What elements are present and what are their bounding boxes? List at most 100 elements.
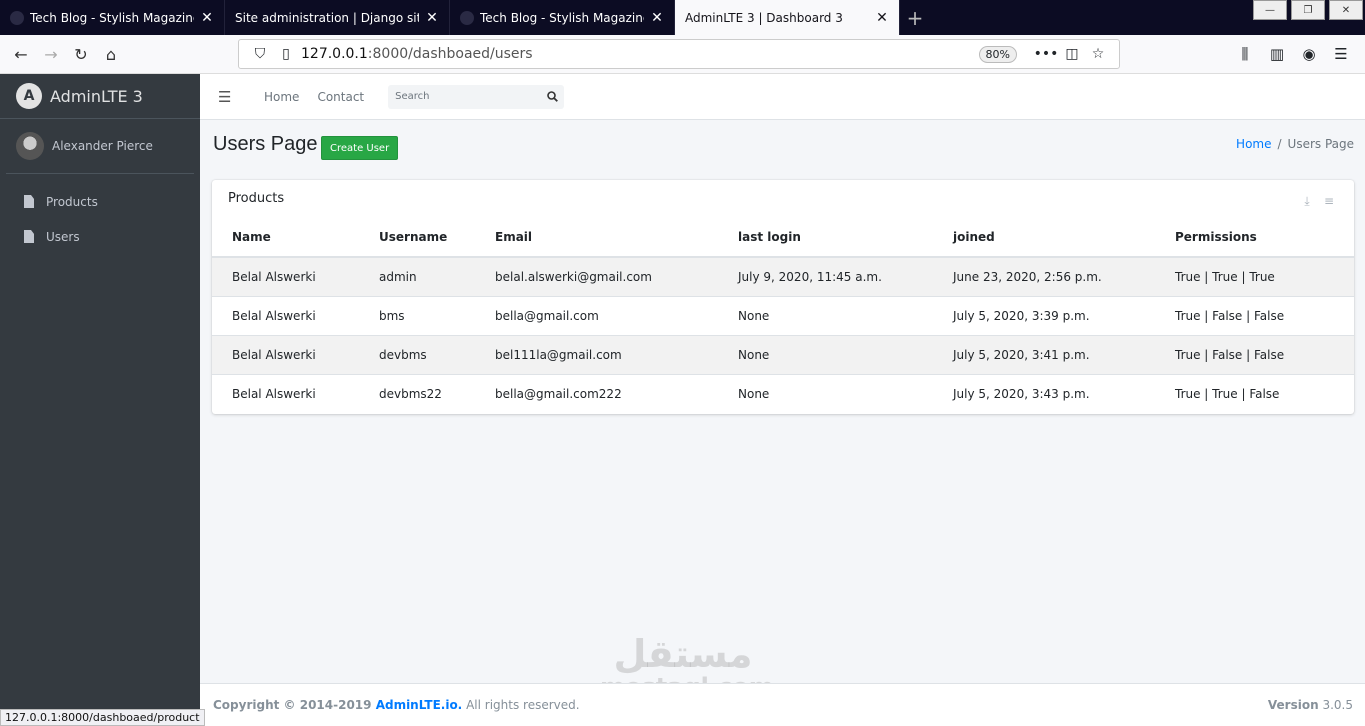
back-arrow-icon[interactable]: ← — [6, 39, 36, 69]
restore-icon[interactable]: ❐ — [1291, 0, 1325, 20]
content-header: Users Page Create User Home / Users Page — [213, 133, 1354, 163]
close-window-icon[interactable]: ✕ — [1329, 0, 1363, 20]
tab-title: AdminLTE 3 | Dashboard 3 — [685, 10, 843, 25]
card-title: Products — [228, 191, 285, 206]
version-value: 3.0.5 — [1318, 698, 1353, 712]
minimize-icon[interactable]: — — [1253, 0, 1287, 20]
download-icon[interactable]: ⤓ — [1296, 194, 1318, 209]
table-header-row: Name Username Email last login joined Pe… — [212, 218, 1354, 258]
cell-email: bella@gmail.com222 — [475, 373, 718, 413]
browser-navbar: ← → ↻ ⌂ ⛉ ▯ 127.0.0.1:8000/dashboaed/use… — [0, 35, 1365, 74]
sidebar-item-users[interactable]: Users — [0, 219, 200, 254]
column-header-name: Name — [212, 218, 359, 258]
table-row: Belal Alswerki admin belal.alswerki@gmai… — [212, 256, 1354, 296]
avatar — [16, 132, 44, 160]
user-name[interactable]: Alexander Pierce — [52, 139, 153, 153]
cell-email: bel111la@gmail.com — [475, 334, 718, 374]
browser-tab-4[interactable]: AdminLTE 3 | Dashboard 3 ✕ — [675, 0, 900, 35]
new-tab-icon[interactable]: + — [900, 0, 930, 35]
reload-icon[interactable]: ↻ — [66, 39, 96, 69]
url-path: :8000/dashboaed/users — [367, 46, 533, 62]
hamburger-icon[interactable]: ☰ — [218, 88, 242, 106]
window-controls: — ❐ ✕ — [1251, 0, 1365, 20]
user-panel[interactable]: Alexander Pierce — [6, 119, 194, 174]
url-bar[interactable]: ⛉ ▯ 127.0.0.1:8000/dashboaed/users 80% •… — [238, 39, 1120, 69]
navbar-search — [388, 84, 565, 109]
cell-joined: July 5, 2020, 3:41 p.m. — [933, 334, 1155, 374]
search-icon[interactable] — [540, 91, 564, 102]
cell-permissions: True | False | False — [1155, 334, 1354, 374]
tab-title: Tech Blog - Stylish Magazine Bl — [480, 10, 644, 25]
cell-name: Belal Alswerki — [212, 295, 359, 335]
table-row: Belal Alswerki devbms bel111la@gmail.com… — [212, 334, 1354, 374]
users-table: Name Username Email last login joined Pe… — [212, 218, 1354, 413]
tab-title: Site administration | Django site adi — [235, 10, 419, 25]
url-text[interactable]: 127.0.0.1:8000/dashboaed/users — [301, 46, 979, 62]
column-header-joined: joined — [933, 218, 1155, 258]
cell-name: Belal Alswerki — [212, 256, 359, 296]
adminlte-logo-icon: A — [16, 83, 42, 109]
cell-joined: July 5, 2020, 3:43 p.m. — [933, 373, 1155, 413]
forward-arrow-icon[interactable]: → — [36, 39, 66, 69]
cell-last-login: None — [718, 373, 933, 413]
more-dots-icon[interactable]: ••• — [1033, 46, 1059, 62]
copyright-text: Copyright © 2014-2019 — [213, 698, 376, 712]
nav-link-contact[interactable]: Contact — [309, 90, 372, 104]
cell-username: devbms — [359, 334, 475, 374]
cell-joined: July 5, 2020, 3:39 p.m. — [933, 295, 1155, 335]
bookmark-star-icon[interactable]: ☆ — [1085, 46, 1111, 62]
column-header-username: Username — [359, 218, 475, 258]
page-title: Users Page — [213, 133, 318, 155]
cell-permissions: True | False | False — [1155, 295, 1354, 335]
browser-tab-1[interactable]: Tech Blog - Stylish Magazine Bl ✕ — [0, 0, 225, 35]
brand-link[interactable]: A AdminLTE 3 — [0, 74, 200, 119]
cell-email: belal.alswerki@gmail.com — [475, 256, 718, 296]
shield-icon[interactable]: ⛉ — [247, 46, 273, 62]
footer-copyright: Copyright © 2014-2019 AdminLTE.io. All r… — [213, 698, 580, 712]
library-icon[interactable]: ⫼ — [1229, 39, 1261, 69]
create-user-button[interactable]: Create User — [321, 136, 399, 160]
cell-last-login: None — [718, 295, 933, 335]
cell-last-login: None — [718, 334, 933, 374]
brand-text: AdminLTE 3 — [50, 86, 143, 106]
status-bar-url: 127.0.0.1:8000/dashboaed/product — [0, 709, 205, 726]
cell-username: devbms22 — [359, 373, 475, 413]
browser-tab-bar: Tech Blog - Stylish Magazine Bl ✕ Site a… — [0, 0, 1365, 35]
menu-icon[interactable]: ☰ — [1325, 39, 1357, 69]
sidebar-item-label: Products — [46, 194, 98, 209]
sidebar-toggle-icon[interactable]: ▥ — [1261, 39, 1293, 69]
search-input[interactable] — [388, 91, 541, 102]
cell-username: admin — [359, 256, 475, 296]
browser-right-tools: ⫼ ▥ ◉ ☰ — [1229, 39, 1357, 69]
browser-tab-3[interactable]: Tech Blog - Stylish Magazine Bl ✕ — [450, 0, 675, 35]
sidebar-item-products[interactable]: Products — [0, 184, 200, 219]
breadcrumb-home-link[interactable]: Home — [1236, 137, 1271, 151]
table-row: Belal Alswerki devbms22 bella@gmail.com2… — [212, 373, 1354, 413]
footer-version: Version 3.0.5 — [1268, 698, 1353, 712]
footer-brand-link[interactable]: AdminLTE.io. — [376, 698, 463, 712]
app-top-navbar: ☰ Home Contact — [200, 74, 1365, 120]
browser-tab-2[interactable]: Site administration | Django site adi ✕ — [225, 0, 450, 35]
table-row: Belal Alswerki bms bella@gmail.com None … — [212, 295, 1354, 335]
account-icon[interactable]: ◉ — [1293, 39, 1325, 69]
tab-close-icon[interactable]: ✕ — [650, 10, 664, 26]
bars-icon[interactable]: ≡ — [1318, 194, 1340, 209]
page-info-icon[interactable]: ▯ — [273, 46, 299, 62]
tab-favicon-icon — [460, 10, 474, 25]
cell-permissions: True | True | True — [1155, 256, 1354, 296]
users-card: Products ⤓ ≡ Name Username Email last lo… — [212, 180, 1354, 414]
tab-close-icon[interactable]: ✕ — [425, 10, 439, 26]
version-label: Version — [1267, 698, 1319, 712]
cell-username: bms — [359, 295, 475, 335]
pocket-icon[interactable]: ◫ — [1059, 46, 1085, 62]
cell-joined: June 23, 2020, 2:56 p.m. — [933, 256, 1155, 296]
sidebar-item-label: Users — [46, 229, 80, 244]
nav-link-home[interactable]: Home — [256, 90, 307, 104]
home-icon[interactable]: ⌂ — [96, 39, 126, 69]
main-footer: Copyright © 2014-2019 AdminLTE.io. All r… — [200, 683, 1365, 726]
tab-title: Tech Blog - Stylish Magazine Bl — [30, 10, 194, 25]
tab-close-icon[interactable]: ✕ — [200, 10, 214, 26]
zoom-badge[interactable]: 80% — [978, 45, 1017, 63]
main-sidebar: A AdminLTE 3 Alexander Pierce Products U… — [0, 74, 200, 726]
tab-close-icon[interactable]: ✕ — [875, 10, 889, 26]
